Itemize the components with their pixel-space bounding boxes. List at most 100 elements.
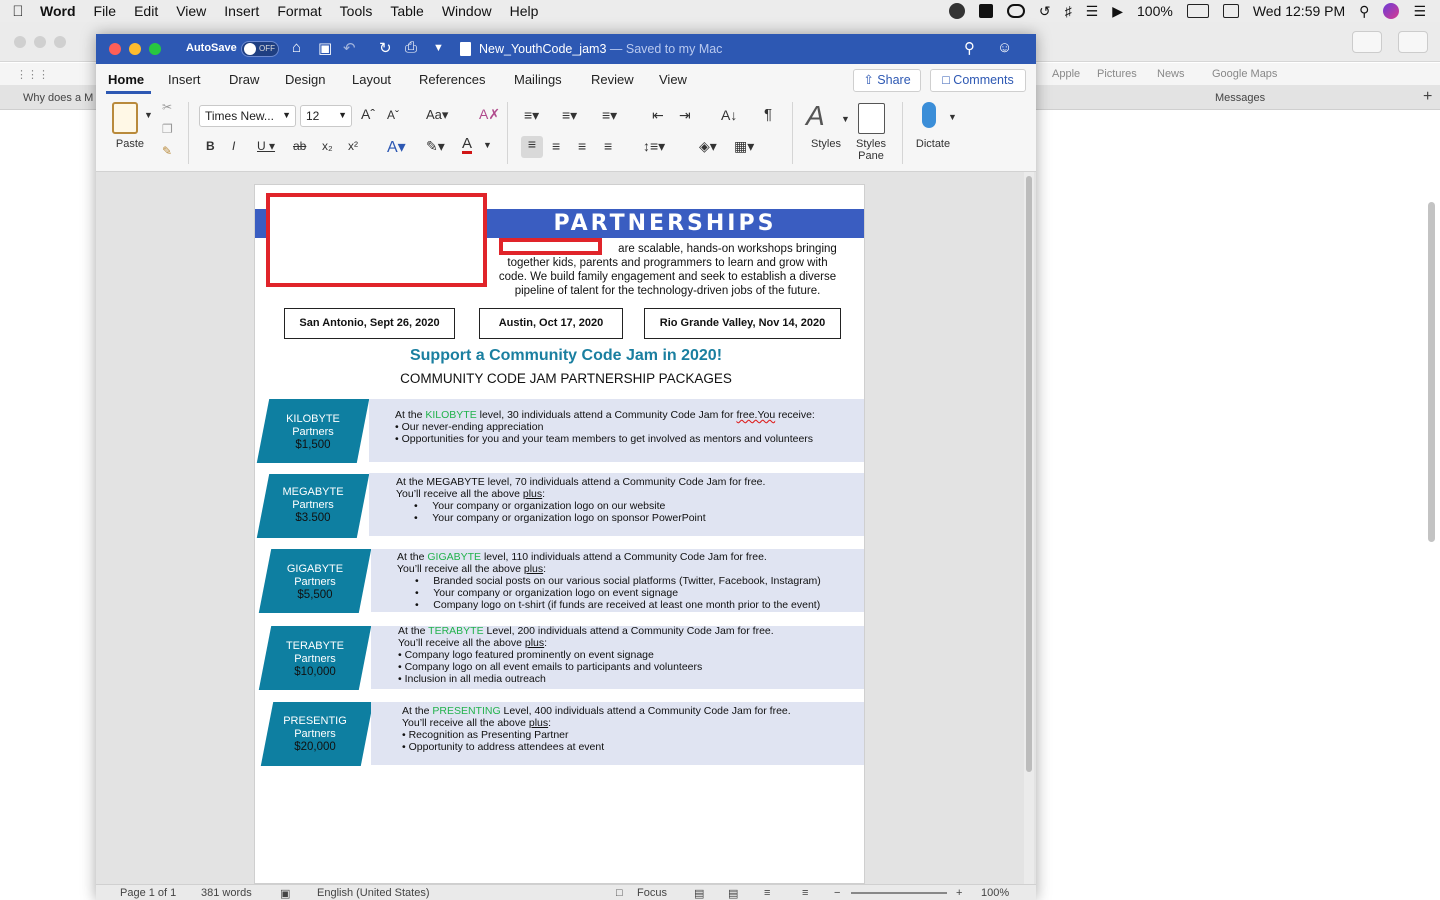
tab-home[interactable]: Home <box>108 72 144 87</box>
favorite-pictures[interactable]: Pictures <box>1097 68 1137 80</box>
menu-tools[interactable]: Tools <box>331 3 382 19</box>
menu-edit[interactable]: Edit <box>125 3 167 19</box>
favorite-google-maps[interactable]: Google Maps <box>1212 68 1277 80</box>
word-count[interactable]: 381 words <box>201 887 252 899</box>
scrollbar-thumb[interactable] <box>1026 176 1032 772</box>
spotlight-search-icon[interactable]: ⚲ <box>1359 3 1369 20</box>
styles-icon[interactable]: A <box>806 100 825 132</box>
autosave-toggle[interactable]: OFF <box>241 41 279 57</box>
web-layout-icon[interactable]: ▤ <box>728 887 738 900</box>
align-right-icon[interactable]: ≡ <box>578 138 586 154</box>
page-count[interactable]: Page 1 of 1 <box>120 887 176 899</box>
increase-indent-icon[interactable]: ⇥ <box>679 107 691 124</box>
search-icon[interactable]: ⚲ <box>964 39 975 57</box>
time-machine-icon[interactable]: ↺ <box>1039 3 1051 20</box>
font-size-dropdown[interactable]: 12 ▼ <box>300 105 352 127</box>
creative-cloud-icon[interactable] <box>1006 4 1025 18</box>
window-minimize-button[interactable] <box>129 43 141 55</box>
paste-dropdown-icon[interactable]: ▼ <box>144 110 153 120</box>
menu-view[interactable]: View <box>167 3 215 19</box>
wifi-icon[interactable]: ☰ <box>1086 3 1099 20</box>
share-button[interactable]: ⇧ Share <box>853 69 921 92</box>
smiley-feedback-icon[interactable]: ☺ <box>997 39 1012 56</box>
menu-format[interactable]: Format <box>268 3 330 19</box>
shading-icon[interactable]: ◈▾ <box>699 138 717 155</box>
redo-icon[interactable]: ↻ <box>379 39 392 57</box>
zoom-in-icon[interactable]: + <box>956 887 962 899</box>
dictate-label[interactable]: Dictate <box>910 138 956 150</box>
document-title[interactable]: New_YouthCode_jam3 — Saved to my Mac <box>479 42 722 56</box>
font-name-dropdown[interactable]: Times New... ▼ <box>199 105 296 127</box>
highlight-icon[interactable]: ✎▾ <box>426 138 445 155</box>
superscript-icon[interactable]: x² <box>348 139 358 153</box>
copy-icon[interactable]: ❐ <box>162 122 173 136</box>
menu-window[interactable]: Window <box>433 3 501 19</box>
calendar-icon[interactable] <box>1222 4 1239 18</box>
styles-pane-label[interactable]: Styles <box>849 138 893 150</box>
tab-mailings[interactable]: Mailings <box>514 72 562 87</box>
grid-icon[interactable]: ⋮⋮⋮ <box>16 68 49 81</box>
format-painter-icon[interactable]: ✎ <box>162 144 172 158</box>
control-menu-icon[interactable]: ☰ <box>1413 3 1426 20</box>
favorite-apple[interactable]: Apple <box>1052 68 1080 80</box>
new-tab-icon[interactable]: + <box>1423 88 1432 106</box>
focus-label[interactable]: Focus <box>637 887 667 899</box>
document-page[interactable]: PARTNERSHIPS are scalable, hands-on work… <box>254 184 865 884</box>
siri-icon[interactable] <box>1383 3 1400 19</box>
menu-insert[interactable]: Insert <box>215 3 268 19</box>
browser-share-button[interactable] <box>1398 31 1428 53</box>
borders-icon[interactable]: ▦▾ <box>734 138 754 155</box>
outline-icon[interactable]: ≡ <box>764 887 770 899</box>
customize-toolbar-icon[interactable]: ▼ <box>433 42 444 54</box>
zoom-out-icon[interactable]: − <box>834 887 840 899</box>
upwork-icon[interactable] <box>948 3 965 19</box>
browser-tab-messages[interactable]: Messages <box>1215 92 1265 104</box>
change-case-icon[interactable]: Aa▾ <box>426 107 448 123</box>
zoom-level[interactable]: 100% <box>981 887 1009 899</box>
window-close-button[interactable] <box>109 43 121 55</box>
comments-button[interactable]: □ Comments <box>930 69 1026 92</box>
browser-tab-1[interactable]: Why does a M <box>23 92 93 104</box>
print-layout-icon[interactable]: ▤ <box>694 887 704 900</box>
window-zoom-button[interactable] <box>149 43 161 55</box>
chevron-down-icon[interactable]: ▼ <box>948 112 957 122</box>
paste-icon[interactable] <box>112 102 138 134</box>
chevron-down-icon[interactable]: ▼ <box>483 140 492 150</box>
menubar-clock[interactable]: Wed 12:59 PM <box>1253 3 1345 19</box>
browser-tabs-button[interactable] <box>1352 31 1382 53</box>
paste-label[interactable]: Paste <box>110 138 150 150</box>
strikethrough-icon[interactable]: ab <box>293 139 306 153</box>
menu-file[interactable]: File <box>85 3 126 19</box>
browser-close-button[interactable] <box>14 36 26 48</box>
underline-icon[interactable]: U ▾ <box>257 139 275 153</box>
styles-pane-icon[interactable] <box>858 103 885 134</box>
align-center-icon[interactable]: ≡ <box>552 138 560 154</box>
bluetooth-icon[interactable]: ♯ <box>1065 3 1072 19</box>
numbering-icon[interactable]: ≡▾ <box>562 107 577 124</box>
browser-scrollbar[interactable] <box>1428 202 1435 542</box>
pilcrow-icon[interactable]: ¶ <box>764 106 772 123</box>
save-icon[interactable]: ▣ <box>318 39 332 57</box>
microphone-icon[interactable] <box>922 102 936 128</box>
notification-icon[interactable] <box>978 4 993 18</box>
tab-draw[interactable]: Draw <box>229 72 259 87</box>
volume-icon[interactable]: ▶ <box>1112 3 1123 20</box>
browser-zoom-button[interactable] <box>54 36 66 48</box>
line-spacing-icon[interactable]: ↕≡▾ <box>643 138 665 155</box>
justify-icon[interactable]: ≡ <box>604 138 612 154</box>
menu-table[interactable]: Table <box>381 3 432 19</box>
tab-design[interactable]: Design <box>285 72 325 87</box>
print-icon[interactable]: ⎙ <box>405 39 417 56</box>
chevron-down-icon[interactable]: ▼ <box>841 114 850 124</box>
focus-icon[interactable]: □ <box>616 887 623 899</box>
document-scrollbar[interactable] <box>1024 172 1034 884</box>
menu-app-name[interactable]: Word <box>36 3 85 19</box>
text-effects-icon[interactable]: A▾ <box>387 137 406 157</box>
sort-icon[interactable]: A↓ <box>721 107 737 123</box>
tab-review[interactable]: Review <box>591 72 634 87</box>
tab-insert[interactable]: Insert <box>168 72 201 87</box>
favorite-news[interactable]: News <box>1157 68 1185 80</box>
undo-icon[interactable]: ↶ <box>343 39 356 57</box>
home-icon[interactable]: ⌂ <box>292 39 301 56</box>
align-left-icon[interactable]: ≡ <box>521 136 543 158</box>
